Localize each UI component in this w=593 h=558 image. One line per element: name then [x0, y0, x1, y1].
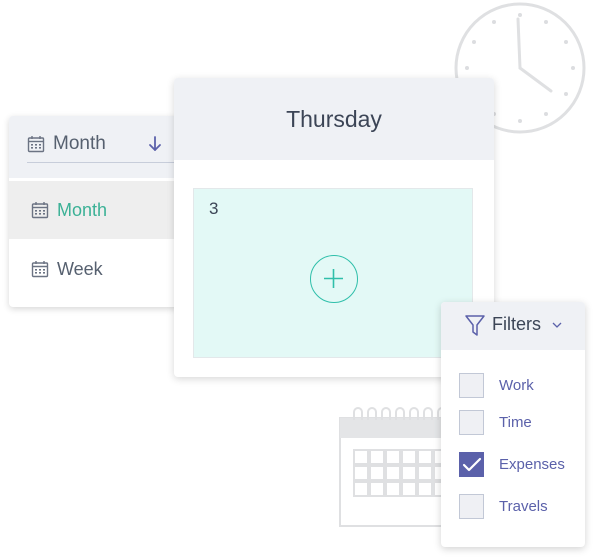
view-dropdown[interactable]: Month — [27, 126, 177, 163]
filter-checkbox[interactable] — [459, 410, 484, 435]
view-option-month[interactable]: Month — [9, 181, 179, 239]
view-option-week[interactable]: Week — [9, 240, 179, 298]
calendar-icon — [31, 261, 49, 278]
filter-label: Work — [499, 377, 534, 394]
plus-icon — [324, 269, 343, 288]
date-number: 3 — [209, 199, 219, 218]
view-dropdown-label: Month — [53, 133, 106, 154]
filter-item-expenses[interactable]: Expenses — [459, 452, 579, 480]
filter-checkbox[interactable] — [459, 373, 484, 398]
filter-item-work[interactable]: Work — [459, 373, 579, 401]
checkmark-icon — [462, 457, 482, 472]
filter-checkbox[interactable] — [459, 452, 484, 477]
filter-label: Time — [499, 414, 532, 431]
filters-title: Filters — [492, 314, 541, 334]
filter-item-travels[interactable]: Travels — [459, 494, 579, 522]
view-selector-header: Month — [9, 116, 179, 178]
calendar-icon — [27, 136, 45, 153]
funnel-icon — [465, 315, 485, 336]
calendar-icon — [31, 202, 49, 219]
arrow-down-icon[interactable] — [147, 134, 163, 154]
day-cell[interactable]: 3 — [193, 188, 473, 358]
filters-dropdown[interactable]: Filters — [441, 302, 585, 350]
filter-checkbox[interactable] — [459, 494, 484, 519]
view-selector-panel: Month Month Week — [9, 116, 179, 307]
filter-item-time[interactable]: Time — [459, 410, 579, 438]
day-title: Thursday — [286, 105, 382, 132]
view-option-label: Week — [57, 258, 103, 279]
add-event-button[interactable] — [310, 255, 358, 303]
filter-label: Expenses — [499, 456, 565, 473]
filter-label: Travels — [499, 498, 548, 515]
day-header: Thursday — [174, 78, 494, 160]
view-option-label: Month — [57, 199, 108, 220]
chevron-down-icon — [552, 322, 562, 328]
filters-panel: Filters Work Time Expenses Travels — [441, 302, 585, 547]
